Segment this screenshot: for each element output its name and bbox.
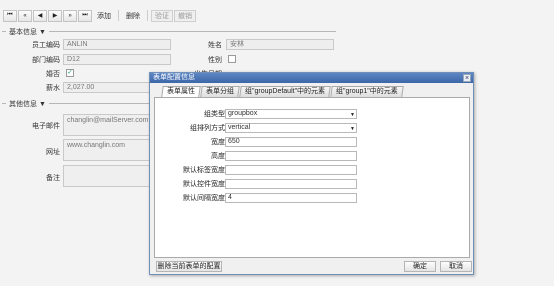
toolbar-separator — [118, 10, 119, 21]
form-config-dialog: 表单配置信息 × 表单属性 表单分组 组"groupDefault"中的元素 组… — [149, 72, 474, 275]
email-label: 电子邮件 — [32, 123, 60, 130]
label-width-input[interactable] — [225, 165, 357, 175]
undo-button[interactable]: 撤销 — [174, 9, 196, 22]
other-info-title[interactable]: 其他信息 ▼ — [6, 99, 49, 109]
salary-label: 薪水 — [46, 85, 60, 92]
layout-value: vertical — [228, 124, 251, 131]
tab-form-groups[interactable]: 表单分组 — [200, 86, 240, 97]
remark-label: 备注 — [46, 175, 60, 182]
group-type-select[interactable]: groupbox ▼ — [225, 109, 357, 119]
tab-group-default-elements[interactable]: 组"groupDefault"中的元素 — [239, 86, 331, 97]
employee-no-label: 员工编码 — [32, 42, 60, 49]
gap-width-label: 默认间隔宽度 — [183, 195, 225, 202]
gender-checkbox[interactable] — [228, 55, 236, 63]
department-label: 部门编码 — [32, 57, 60, 64]
name-label: 姓名 — [208, 42, 222, 49]
height-input[interactable] — [225, 151, 357, 161]
prev-record-button[interactable]: ◀ — [33, 9, 47, 22]
prev-page-button[interactable]: « — [18, 9, 32, 22]
record-toolbar: ⏮ « ◀ ▶ » ⏭ 添加 删除 验证 撤销 — [3, 8, 196, 23]
married-checkbox[interactable]: ✓ — [66, 69, 74, 77]
ok-button[interactable]: 确定 — [404, 261, 436, 272]
next-record-button[interactable]: ▶ — [48, 9, 62, 22]
toolbar-separator — [147, 10, 148, 21]
layout-select[interactable]: vertical ▼ — [225, 123, 357, 133]
gap-width-input[interactable]: 4 — [225, 193, 357, 203]
dialog-titlebar[interactable]: 表单配置信息 × — [150, 73, 473, 83]
tab-label: 组"groupDefault"中的元素 — [245, 88, 326, 95]
tab-label: 组"group1"中的元素 — [336, 88, 398, 95]
next-page-button[interactable]: » — [63, 9, 77, 22]
group-type-value: groupbox — [228, 110, 258, 117]
dropdown-arrow-icon[interactable]: ▼ — [350, 111, 355, 119]
tab-group1-elements[interactable]: 组"group1"中的元素 — [330, 86, 404, 97]
delete-button[interactable]: 删除 — [122, 10, 144, 22]
close-icon[interactable]: × — [463, 74, 471, 82]
basic-info-title[interactable]: 基本信息 ▼ — [6, 27, 49, 37]
last-record-button[interactable]: ⏭ — [78, 9, 92, 22]
dialog-title: 表单配置信息 — [153, 74, 195, 81]
group-type-label: 组类型 — [204, 111, 225, 118]
control-width-label: 默认控件宽度 — [183, 181, 225, 188]
tab-label: 表单属性 — [167, 88, 195, 95]
dropdown-arrow-icon[interactable]: ▼ — [350, 125, 355, 133]
gender-label: 性别 — [208, 57, 222, 64]
department-field[interactable]: D12 — [63, 54, 171, 65]
width-label: 宽度 — [211, 139, 225, 146]
cancel-button[interactable]: 取消 — [440, 261, 472, 272]
first-record-button[interactable]: ⏮ — [3, 9, 17, 22]
dialog-tabs: 表单属性 表单分组 组"groupDefault"中的元素 组"group1"中… — [161, 86, 404, 97]
layout-label: 组排列方式 — [190, 125, 225, 132]
employee-no-field[interactable]: ANLIN — [63, 39, 171, 50]
url-label: 网址 — [46, 149, 60, 156]
label-width-label: 默认标签宽度 — [183, 167, 225, 174]
height-label: 高度 — [211, 153, 225, 160]
name-field[interactable]: 安林 — [226, 39, 334, 50]
married-label: 婚否 — [46, 71, 60, 78]
tab-label: 表单分组 — [206, 88, 234, 95]
width-input[interactable]: 650 — [225, 137, 357, 147]
control-width-input[interactable] — [225, 179, 357, 189]
validate-button[interactable]: 验证 — [151, 9, 173, 22]
tab-form-properties[interactable]: 表单属性 — [161, 86, 201, 97]
delete-config-button[interactable]: 删除当前表单的配置 — [156, 261, 222, 272]
add-button[interactable]: 添加 — [93, 10, 115, 22]
form-properties-panel: 组类型 groupbox ▼ 组排列方式 vertical ▼ 宽度 650 高… — [154, 97, 470, 258]
